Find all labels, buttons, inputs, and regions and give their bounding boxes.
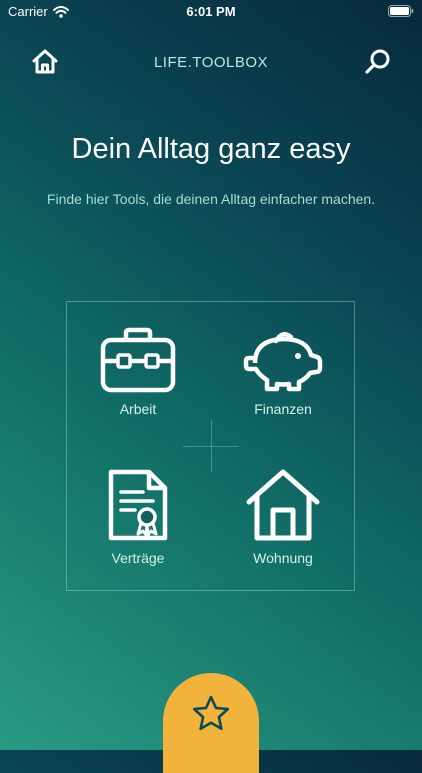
piggy-bank-icon bbox=[243, 332, 323, 392]
app-title: LIFE.TOOLBOX bbox=[153, 54, 269, 71]
contract-document-icon bbox=[108, 469, 168, 541]
briefcase-icon bbox=[100, 327, 176, 393]
page-title: Dein Alltag ganz easy bbox=[71, 133, 351, 165]
house-icon bbox=[246, 469, 320, 541]
navigation-bar: LIFE.TOOLBOX bbox=[0, 40, 422, 84]
page-subtitle: Finde hier Tools, die deinen Alltag einf… bbox=[46, 191, 376, 207]
category-tile-vertraege[interactable]: Verträge bbox=[78, 468, 198, 578]
star-icon bbox=[192, 695, 230, 731]
category-tile-arbeit[interactable]: Arbeit bbox=[78, 327, 198, 437]
category-label-finanzen: Finanzen bbox=[254, 401, 312, 417]
favorites-button[interactable] bbox=[163, 673, 259, 773]
category-label-vertraege: Verträge bbox=[111, 550, 165, 566]
category-label-arbeit: Arbeit bbox=[119, 401, 157, 417]
search-icon bbox=[365, 49, 390, 74]
search-button[interactable] bbox=[364, 48, 392, 76]
category-tile-wohnung[interactable]: Wohnung bbox=[223, 468, 343, 578]
status-bar: Carrier 6:01 PM bbox=[0, 0, 422, 24]
category-tile-finanzen[interactable]: Finanzen bbox=[223, 327, 343, 437]
grid-divider-vertical bbox=[211, 420, 212, 472]
category-label-wohnung: Wohnung bbox=[253, 550, 313, 566]
clock: 6:01 PM bbox=[186, 4, 236, 19]
battery-icon bbox=[388, 5, 414, 20]
